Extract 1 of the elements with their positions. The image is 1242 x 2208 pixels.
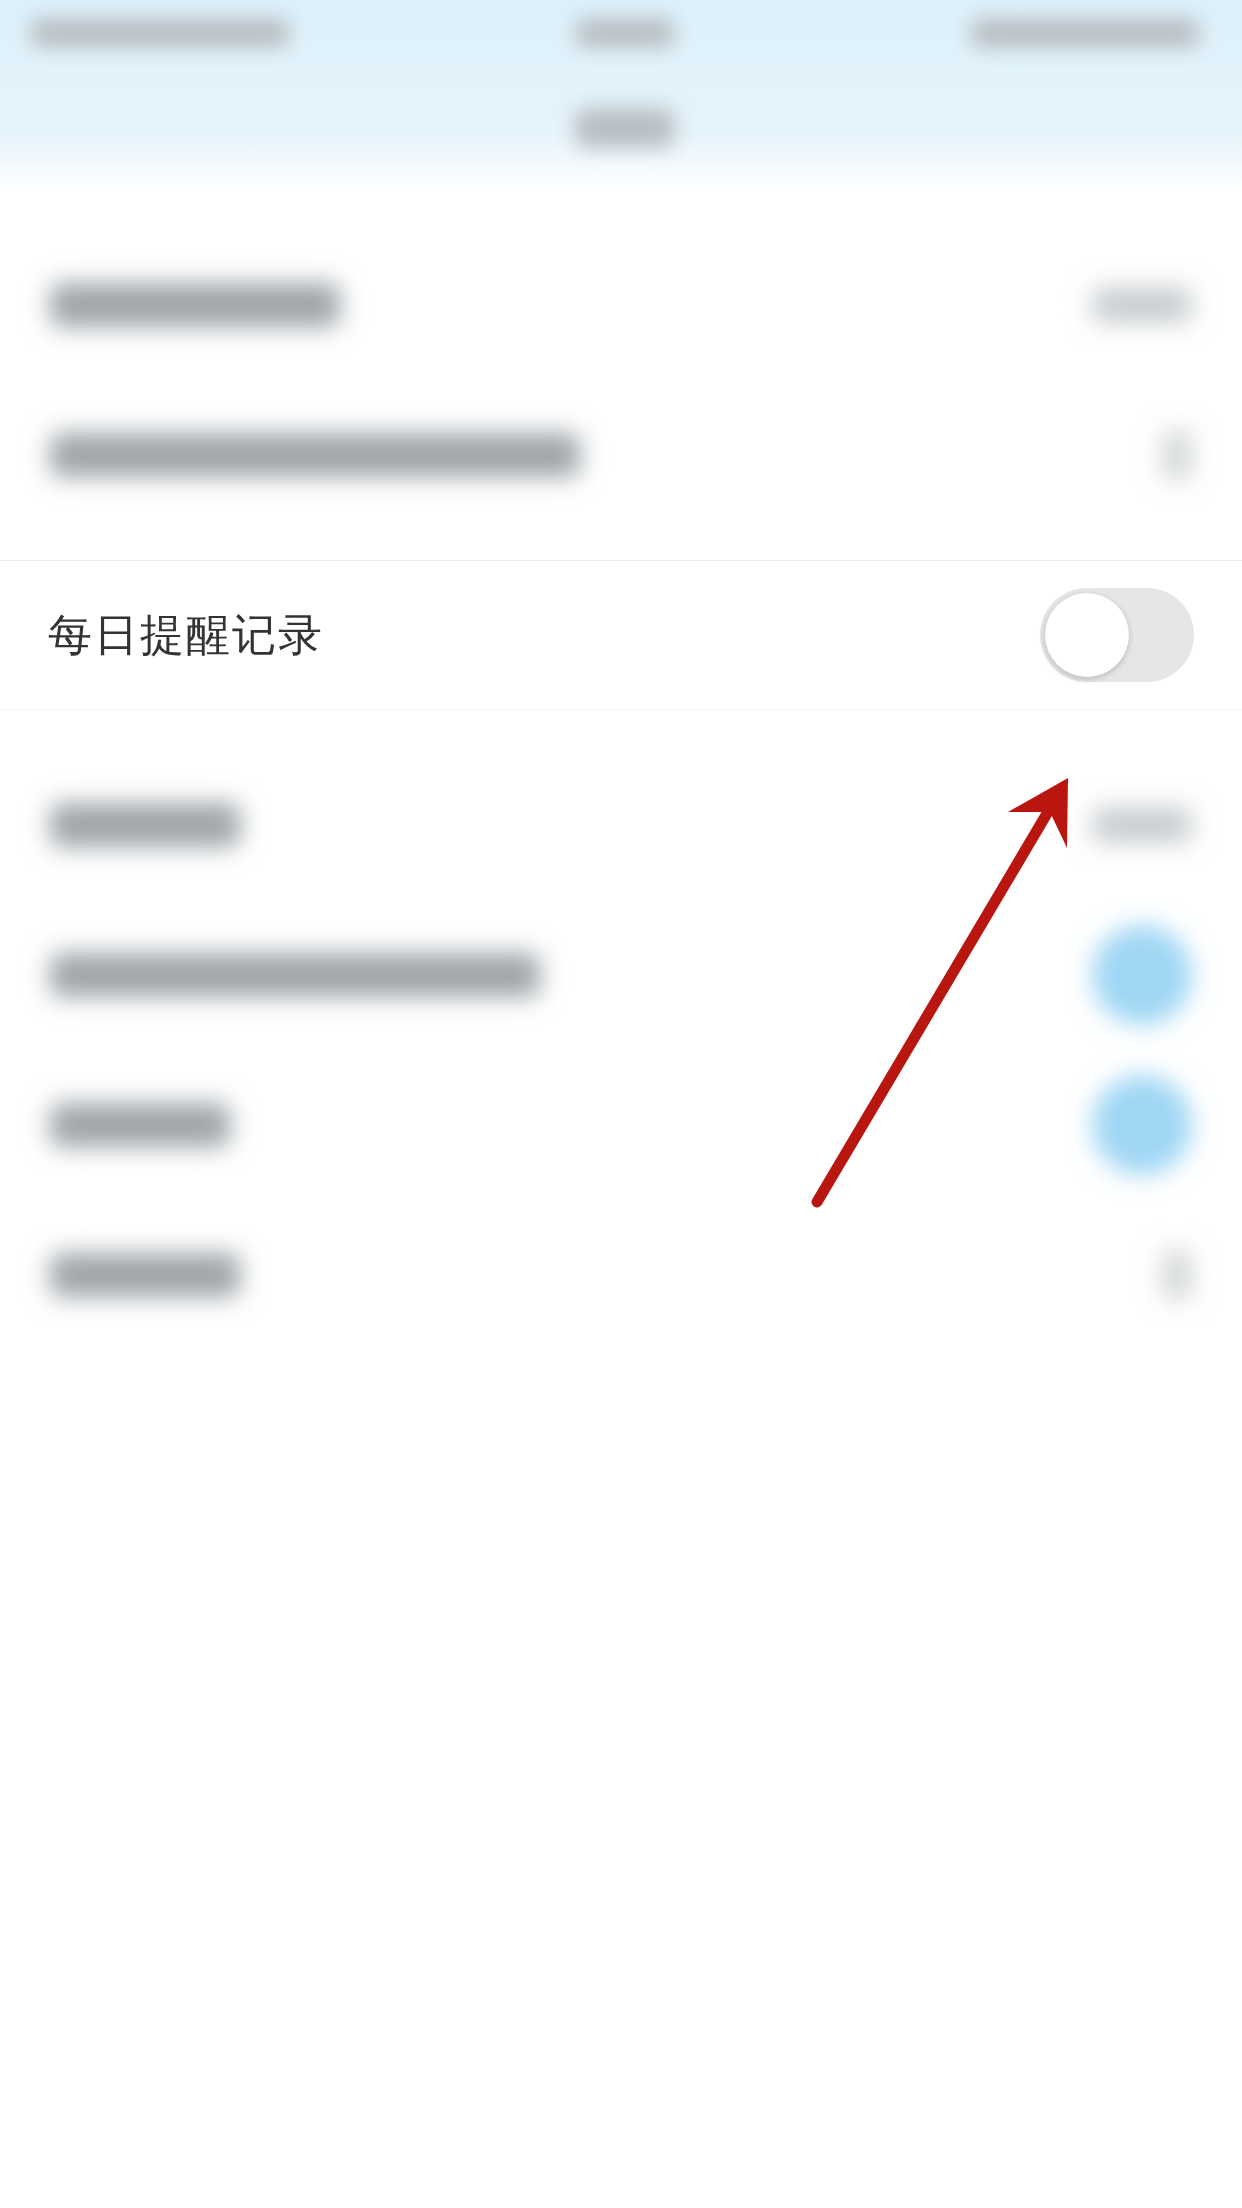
reminder-label: 每日提醒记录 (48, 607, 324, 662)
